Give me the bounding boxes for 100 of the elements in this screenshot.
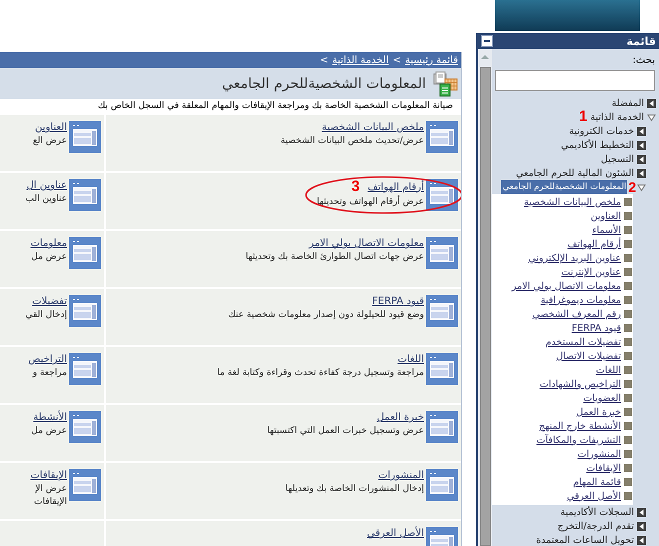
card-description: مراجعة وتسجيل درجة كفاءة تحدث وقراءة وكتابة لغة ما xyxy=(217,368,424,378)
caret-down-icon[interactable] xyxy=(637,182,646,192)
card-description: وضع قيود للحيلولة دون إصدار معلومات شخصية عنك xyxy=(228,310,424,320)
menu-folder[interactable]: الشئون المالية للحرم الجامعي xyxy=(516,166,646,180)
card-title-link[interactable]: خبرة العمل xyxy=(376,412,424,423)
menu-link[interactable]: خبرة العمل xyxy=(576,406,621,418)
menu-link[interactable]: الأصل العرقي xyxy=(566,490,621,502)
sidebar-title: قائمة xyxy=(626,34,656,48)
card-title-link[interactable]: الإيقافات xyxy=(30,470,67,481)
menu-link[interactable]: التراخيص والشهادات xyxy=(540,378,621,390)
menu-link[interactable]: عناوين الإنترنت xyxy=(561,266,621,278)
menu-link[interactable]: تفضيلات الاتصال xyxy=(556,350,621,362)
menu-link[interactable]: الأنشطة خارج المنهج xyxy=(539,420,621,432)
menu-link[interactable]: العناوين xyxy=(590,210,621,222)
card-title-link[interactable]: معلومات xyxy=(30,238,67,249)
window-icon[interactable] xyxy=(426,411,458,443)
window-icon[interactable] xyxy=(426,353,458,385)
square-bullet-icon xyxy=(624,198,632,206)
window-icon[interactable] xyxy=(69,179,101,211)
menu-folder[interactable]: التسجيل xyxy=(600,152,646,166)
square-bullet-icon xyxy=(624,310,632,318)
menu-link[interactable]: التشريفات والمكافآت xyxy=(536,434,621,446)
menu-folder[interactable]: التخطيط الأكاديمي xyxy=(561,138,646,152)
square-bullet-icon xyxy=(624,366,632,374)
menu-link[interactable]: ملخص البيانات الشخصية xyxy=(524,196,621,208)
menu-link[interactable]: الإيقافات xyxy=(586,462,621,474)
caret-icon[interactable] xyxy=(637,536,646,544)
menu-link[interactable]: رقم المعرف الشخصي xyxy=(532,308,621,320)
square-bullet-icon xyxy=(624,226,632,234)
card-title-link[interactable]: معلومات الاتصال بولي الامر xyxy=(309,238,424,249)
menu-folder[interactable]: تقدم الدرجة/التخرج xyxy=(557,519,646,533)
menu-link[interactable]: عناوين البريد الإلكتروني xyxy=(528,252,621,264)
menu-link[interactable]: أرقام الهواتف xyxy=(567,238,621,250)
menu-link[interactable]: المنشورات xyxy=(578,448,621,460)
window-icon[interactable] xyxy=(69,121,101,153)
caret-icon[interactable] xyxy=(647,98,656,108)
card-description: إدخال القي xyxy=(25,310,67,320)
annotation-number: 3 xyxy=(351,180,360,194)
window-icon[interactable] xyxy=(426,121,458,153)
menu-folder[interactable]: خدمات الكترونية xyxy=(569,124,646,138)
menu-link[interactable]: الأسماء xyxy=(592,224,621,236)
scroll-up-icon[interactable] xyxy=(480,53,490,61)
square-bullet-icon xyxy=(624,254,632,262)
scrollbar[interactable] xyxy=(478,49,492,546)
square-bullet-icon xyxy=(624,478,632,486)
card-title-link[interactable]: أرقام الهواتف xyxy=(368,182,424,192)
card-description: عرض/تحديث ملخص البيانات الشخصية xyxy=(280,136,424,146)
caret-icon[interactable] xyxy=(637,522,646,530)
card-title-link[interactable]: العناوين xyxy=(35,122,67,133)
card-description: إدخال المنشورات الخاصة بك وتعديلها xyxy=(285,484,424,494)
window-icon[interactable] xyxy=(69,411,101,443)
caret-icon[interactable] xyxy=(637,508,646,516)
card-description: عرض وتسجيل خبرات العمل التي اكتسبتها xyxy=(267,426,424,436)
card-title-link[interactable]: عناوين ال xyxy=(26,180,67,191)
card-description: عرض أرقام الهواتف وتحديثها xyxy=(316,197,424,207)
menu-link[interactable]: معلومات ديموغرافية xyxy=(540,294,621,306)
annotation-number: 1 xyxy=(579,110,588,124)
menu-folder[interactable]: السجلات الأكاديمية xyxy=(560,505,646,519)
caret-icon[interactable] xyxy=(637,140,646,150)
collapse-icon[interactable] xyxy=(481,35,493,47)
breadcrumb-separator: > xyxy=(320,54,328,66)
card-description: عرض جهات اتصال الطوارئ الخاصة بك وتحديثها xyxy=(246,252,424,262)
menu-folder[interactable]: المفضلة xyxy=(612,96,656,110)
search-field[interactable] xyxy=(495,70,655,91)
card-title-link[interactable]: الأصل العرقي xyxy=(366,528,424,539)
window-icon[interactable] xyxy=(426,237,458,269)
square-bullet-icon xyxy=(624,268,632,276)
card-title-link[interactable]: المنشورات xyxy=(378,470,424,481)
window-icon[interactable] xyxy=(426,295,458,327)
card-description: مراجعة و xyxy=(31,368,67,378)
card-title-link[interactable]: الأنشطة xyxy=(33,412,67,423)
menu-link[interactable]: قيود FERPA xyxy=(572,322,621,334)
window-icon[interactable] xyxy=(69,469,101,501)
window-icon[interactable] xyxy=(69,353,101,385)
square-bullet-icon xyxy=(624,422,632,430)
menu-link[interactable]: قائمة المهام xyxy=(573,476,621,488)
menu-link[interactable]: تفضيلات المستخدم xyxy=(545,336,621,348)
caret-icon[interactable] xyxy=(637,154,646,164)
caret-down-icon[interactable] xyxy=(647,112,656,122)
card-title-link[interactable]: اللغات xyxy=(398,354,424,365)
caret-icon[interactable] xyxy=(637,126,646,136)
square-bullet-icon xyxy=(624,492,632,500)
window-icon[interactable] xyxy=(69,237,101,269)
card-title-link[interactable]: تفضيلات xyxy=(32,296,67,307)
menu-link[interactable]: معلومات الاتصال بولي الامر xyxy=(512,280,621,292)
card-title-link[interactable]: قيود FERPA xyxy=(372,296,424,307)
card-title-link[interactable]: ملخص البيانات الشخصية xyxy=(322,122,424,133)
menu-link[interactable]: العضويات xyxy=(583,392,621,404)
square-bullet-icon xyxy=(624,282,632,290)
window-icon[interactable] xyxy=(69,295,101,327)
card-title-link[interactable]: التراخيص xyxy=(28,354,67,365)
menu-folder[interactable]: تحويل الساعات المعتمدة xyxy=(536,533,646,546)
square-bullet-icon xyxy=(624,464,632,472)
breadcrumb-separator: > xyxy=(392,54,402,66)
menu-link[interactable]: اللغات xyxy=(596,364,621,376)
caret-icon[interactable] xyxy=(637,168,646,178)
breadcrumb-link[interactable]: قائمة رئيسية xyxy=(405,54,458,66)
breadcrumb-link[interactable]: الخدمة الذاتية xyxy=(332,54,389,66)
card-description: عرض مل xyxy=(31,426,67,436)
window-icon[interactable] xyxy=(426,469,458,501)
